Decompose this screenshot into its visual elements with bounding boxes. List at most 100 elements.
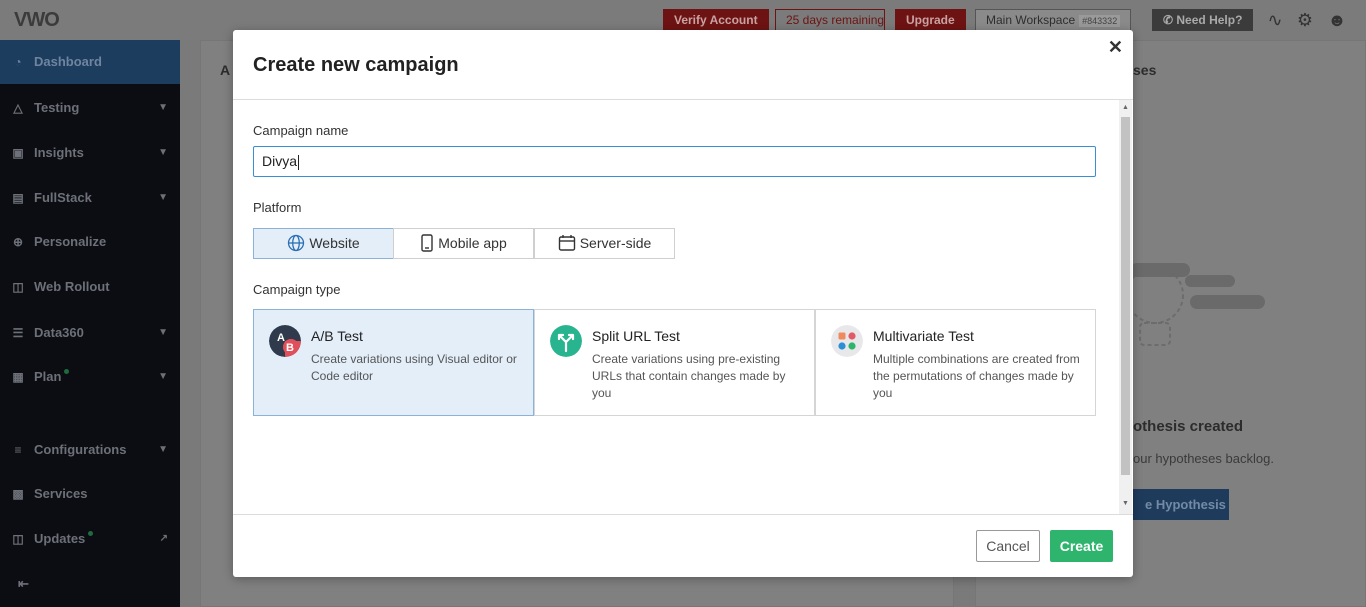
sidebar-item-label: Web Rollout	[34, 279, 110, 294]
scrollbar-thumb[interactable]	[1121, 117, 1130, 475]
sidebar-item-label: Insights	[34, 145, 84, 160]
create-campaign-modal: Create new campaign ✕ Campaign name Divy…	[233, 30, 1133, 577]
sidebar: ◔ Dashboard △ Testing ▼ ▣ Insights ▼ ▤ FullSta…	[0, 40, 180, 607]
platform-label-text: Mobile app	[438, 235, 507, 251]
platform-website-option[interactable]: Website	[253, 228, 394, 259]
modal-scrollbar[interactable]: ▲ ▼	[1119, 100, 1132, 514]
sidebar-item-label: Services	[34, 486, 88, 501]
platform-label-text: Website	[309, 235, 360, 251]
collapse-sidebar-button[interactable]: ⇤	[0, 562, 180, 606]
svg-text:B: B	[286, 342, 294, 354]
sidebar-item-updates[interactable]: ◫ Updates ↗	[0, 517, 180, 561]
insights-icon: ▣	[12, 146, 24, 160]
text-caret	[298, 154, 300, 170]
background-empty-text: our hypotheses backlog.	[1133, 451, 1274, 466]
sidebar-item-label: FullStack	[34, 190, 92, 205]
chevron-down-icon: ▼	[158, 102, 168, 113]
chevron-down-icon: ▼	[158, 444, 168, 455]
external-link-icon: ↗	[159, 533, 168, 544]
campaign-type-title: A/B Test	[311, 328, 363, 344]
personalize-icon: ⊕	[12, 235, 24, 249]
campaign-type-description: Create variations using Visual editor or…	[311, 352, 517, 383]
days-remaining-text: 25 days remaining	[786, 13, 885, 27]
chevron-down-icon: ▼	[158, 371, 168, 382]
platform-label-text: Server-side	[579, 235, 652, 251]
chevron-down-icon: ▼	[158, 147, 168, 158]
calendar-icon: ▦	[12, 370, 24, 384]
need-help-label: Need Help?	[1176, 13, 1243, 27]
server-icon	[558, 234, 575, 251]
days-remaining-badge: 25 days remaining	[775, 9, 886, 31]
campaign-type-title: Split URL Test	[592, 328, 680, 344]
sidebar-item-personalize[interactable]: ⊕ Personalize	[0, 220, 180, 264]
sidebar-item-configurations[interactable]: ≡ Configurations ▼	[0, 428, 180, 472]
campaign-name-input[interactable]: Divya	[253, 146, 1096, 177]
globe-icon	[288, 234, 305, 251]
need-help-button[interactable]: ✆ Need Help?	[1152, 9, 1254, 31]
campaign-type-title: Multivariate Test	[873, 328, 974, 344]
sidebar-item-label: Dashboard	[34, 54, 102, 69]
cancel-button[interactable]: Cancel	[976, 530, 1040, 562]
workspace-id: #843332	[1079, 15, 1121, 27]
notification-dot	[64, 369, 70, 374]
sidebar-item-insights[interactable]: ▣ Insights ▼	[0, 131, 180, 175]
sidebar-item-label: Updates	[34, 531, 86, 546]
mobile-icon	[421, 234, 433, 252]
sidebar-item-web-rollout[interactable]: ◫ Web Rollout	[0, 265, 180, 309]
workspace-selector[interactable]: Main Workspace #843332	[975, 9, 1132, 31]
activity-icon[interactable]: ∿	[1265, 10, 1285, 30]
background-create-hypothesis-button: e Hypothesis	[1131, 489, 1229, 520]
workspace-name: Main Workspace	[986, 13, 1076, 27]
database-icon: ☰	[12, 326, 24, 340]
multivariate-icon	[831, 325, 863, 357]
sidebar-item-fullstack[interactable]: ▤ FullStack ▼	[0, 176, 180, 220]
briefcase-icon: ▩	[12, 487, 24, 501]
sidebar-item-label: Plan	[34, 369, 62, 384]
fullstack-icon: ▤	[12, 191, 24, 205]
close-icon[interactable]: ✕	[1108, 37, 1123, 58]
dashboard-icon: ◔	[14, 55, 22, 69]
sidebar-item-plan[interactable]: ▦ Plan ▼	[0, 355, 180, 399]
phone-icon: ✆	[1163, 13, 1177, 27]
chevron-down-icon: ▼	[158, 327, 168, 338]
ab-test-icon: AB	[269, 325, 301, 357]
gear-icon[interactable]: ⚙	[1295, 10, 1315, 30]
sidebar-item-data360[interactable]: ☰ Data360 ▼	[0, 311, 180, 355]
updates-icon: ◫	[12, 532, 24, 546]
vwo-logo: VWO	[14, 9, 60, 31]
sidebar-item-label: Testing	[34, 100, 80, 115]
rollout-icon: ◫	[12, 280, 24, 294]
sidebar-item-label: Data360	[34, 325, 84, 340]
platform-server-side-option[interactable]: Server-side	[534, 228, 675, 259]
sidebar-item-label: Personalize	[34, 234, 107, 249]
campaign-type-ab-test[interactable]: AB A/B Test Create variations using Visu…	[253, 309, 534, 416]
campaign-name-label: Campaign name	[253, 123, 349, 138]
campaign-type-split-url[interactable]: Split URL Test Create variations using p…	[534, 309, 815, 416]
sidebar-item-dashboard[interactable]: ◔ Dashboard	[0, 40, 180, 84]
split-url-icon	[550, 325, 582, 357]
background-card-left-title: A	[220, 62, 231, 78]
upgrade-button[interactable]: Upgrade	[895, 9, 966, 31]
collapse-icon: ⇤	[18, 576, 29, 591]
sliders-icon: ≡	[14, 443, 22, 457]
background-empty-title: othesis created	[1133, 418, 1244, 435]
sidebar-item-testing[interactable]: △ Testing ▼	[0, 86, 180, 130]
background-card-right-title: ses	[1133, 62, 1157, 78]
flask-icon: △	[13, 101, 23, 115]
campaign-type-multivariate[interactable]: Multivariate Test Multiple combinations …	[815, 309, 1096, 416]
sidebar-item-label: Configurations	[34, 442, 127, 457]
verify-account-button[interactable]: Verify Account	[663, 9, 769, 31]
scroll-down-arrow-icon[interactable]: ▼	[1122, 500, 1129, 507]
svg-text:A: A	[277, 332, 285, 344]
modal-body: Campaign name Divya Platform Website Mob…	[233, 100, 1133, 514]
chevron-down-icon: ▼	[158, 192, 168, 203]
footer-divider	[233, 514, 1133, 515]
campaign-type-label: Campaign type	[253, 282, 341, 297]
scroll-up-arrow-icon[interactable]: ▲	[1122, 104, 1129, 111]
campaign-name-value: Divya	[262, 153, 298, 169]
notification-dot	[88, 531, 94, 536]
user-avatar-icon[interactable]: ☻	[1327, 10, 1347, 30]
sidebar-item-services[interactable]: ▩ Services	[0, 472, 180, 516]
create-button[interactable]: Create	[1050, 530, 1113, 562]
platform-mobile-option[interactable]: Mobile app	[393, 228, 534, 259]
